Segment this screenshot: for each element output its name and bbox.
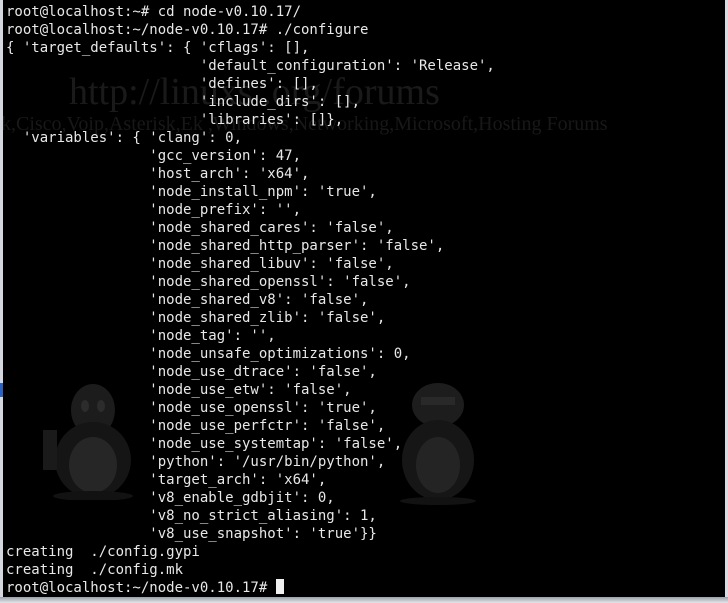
terminal-line: 'v8_no_strict_aliasing': 1,	[6, 508, 377, 524]
terminal-window[interactable]: http://linuxs .org/forums k,Cisco,Voip,A…	[3, 0, 725, 597]
terminal-line: 'target_arch': 'x64',	[6, 472, 327, 488]
terminal-line: 'node_unsafe_optimizations': 0,	[6, 346, 411, 362]
terminal-line: root@localhost:~/node-v0.10.17# ./config…	[6, 22, 369, 38]
terminal-line: 'node_shared_cares': 'false',	[6, 220, 394, 236]
text-cursor	[275, 579, 284, 594]
terminal-line: 'node_use_dtrace': 'false',	[6, 364, 377, 380]
terminal-line: 'node_shared_v8': 'false',	[6, 292, 369, 308]
terminal-line: 'node_tag': '',	[6, 328, 276, 344]
terminal-line: 'host_arch': 'x64',	[6, 166, 310, 182]
terminal-line: 'variables': { 'clang': 0,	[6, 130, 243, 146]
terminal-line: 'node_shared_libuv': 'false',	[6, 256, 394, 272]
terminal-line: 'node_prefix': '',	[6, 202, 302, 218]
terminal-line: 'node_shared_zlib': 'false',	[6, 310, 386, 326]
terminal-line: creating ./config.mk	[6, 562, 184, 578]
terminal-line: 'node_use_openssl': 'true',	[6, 400, 377, 416]
terminal-prompt-line[interactable]: root@localhost:~/node-v0.10.17#	[6, 579, 495, 597]
window-bottom-border	[0, 597, 728, 603]
terminal-line: 'node_install_npm': 'true',	[6, 184, 377, 200]
terminal-line: 'defines': [],	[6, 76, 318, 92]
terminal-line: 'node_use_systemtap': 'false',	[6, 436, 403, 452]
terminal-line: 'python': '/usr/bin/python',	[6, 454, 386, 470]
terminal-line: 'include_dirs': [],	[6, 94, 361, 110]
terminal-line: 'v8_use_snapshot': 'true'}}	[6, 526, 377, 542]
terminal-line: 'node_shared_openssl': 'false',	[6, 274, 411, 290]
shell-prompt: root@localhost:~/node-v0.10.17#	[6, 580, 276, 596]
terminal-line: 'node_use_etw': 'false',	[6, 382, 352, 398]
terminal-line: root@localhost:~# cd node-v0.10.17/	[6, 4, 302, 20]
terminal-line: 'default_configuration': 'Release',	[6, 58, 495, 74]
terminal-line: creating ./config.gypi	[6, 544, 200, 560]
terminal-line: 'libraries': []},	[6, 112, 344, 128]
terminal-output[interactable]: root@localhost:~# cd node-v0.10.17/root@…	[6, 3, 495, 597]
terminal-line: { 'target_defaults': { 'cflags': [],	[6, 40, 310, 56]
terminal-line: 'gcc_version': 47,	[6, 148, 302, 164]
terminal-line: 'v8_enable_gdbjit': 0,	[6, 490, 335, 506]
terminal-line: 'node_shared_http_parser': 'false',	[6, 238, 445, 254]
terminal-line: 'node_use_perfctr': 'false',	[6, 418, 386, 434]
